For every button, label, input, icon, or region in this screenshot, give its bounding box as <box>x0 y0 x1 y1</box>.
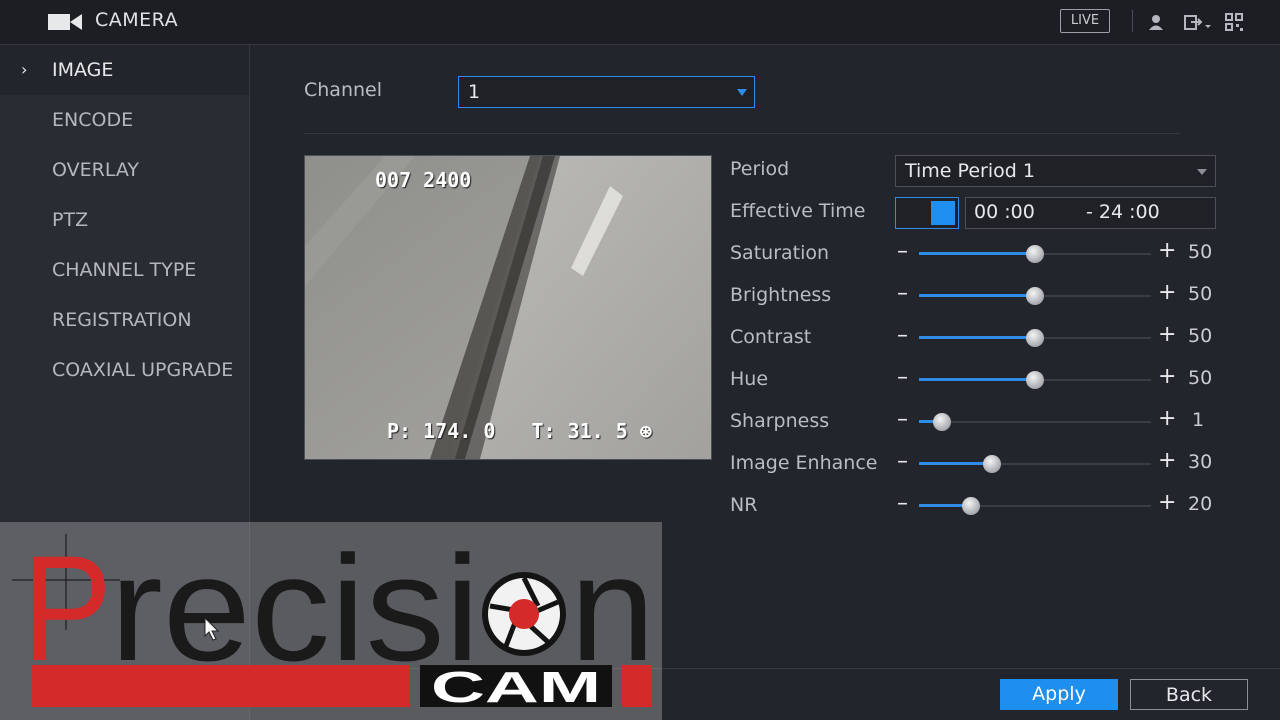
hue-label: Hue <box>730 368 769 390</box>
qr-code-icon[interactable] <box>1224 12 1244 32</box>
sidebar-item-label: ENCODE <box>52 109 134 131</box>
slider-fill <box>919 336 1035 339</box>
sidebar-item-registration[interactable]: REGISTRATION <box>0 295 249 345</box>
live-button[interactable]: LIVE <box>1060 9 1110 33</box>
slider-value: 30 <box>1188 451 1213 473</box>
minus-icon[interactable]: – <box>897 281 908 306</box>
brightness-slider[interactable]: – + 50 <box>895 280 1215 312</box>
nr-label: NR <box>730 494 758 516</box>
slider-thumb[interactable] <box>1026 329 1044 347</box>
slider-fill <box>919 294 1035 297</box>
sidebar-item-overlay[interactable]: OVERLAY <box>0 145 249 195</box>
channel-select[interactable]: 1 <box>458 76 755 108</box>
minus-icon[interactable]: – <box>897 407 908 432</box>
plus-icon[interactable]: + <box>1158 364 1176 389</box>
period-select[interactable]: Time Period 1 <box>895 155 1216 187</box>
plus-icon[interactable]: + <box>1158 238 1176 263</box>
minus-icon[interactable]: – <box>897 323 908 348</box>
osd-bottom-text: P: 174. 0 T: 31. 5 ⊛ <box>387 419 652 443</box>
effective-time-range[interactable]: 00 :00 - 24 :00 <box>965 197 1216 229</box>
contrast-label: Contrast <box>730 326 812 348</box>
slider-thumb[interactable] <box>933 413 952 431</box>
slider-thumb[interactable] <box>1026 371 1044 389</box>
time-start: 00 :00 <box>974 201 1035 223</box>
user-icon[interactable] <box>1146 12 1166 32</box>
slider-value: 50 <box>1188 325 1213 347</box>
slider-value: 50 <box>1188 367 1213 389</box>
channel-label: Channel <box>304 79 383 101</box>
precision-cam-logo: P recisi n CAM <box>12 524 655 712</box>
contrast-slider[interactable]: – + 50 <box>895 322 1215 354</box>
sidebar-item-coaxial-upgrade[interactable]: COAXIAL UPGRADE <box>0 345 249 395</box>
sharpness-slider[interactable]: – + 1 <box>895 406 1215 438</box>
osd-top-text: 007 2400 <box>375 168 472 192</box>
precision-cam-watermark: P recisi n CAM <box>0 522 662 720</box>
slider-fill <box>919 252 1035 255</box>
period-select-value: Time Period 1 <box>905 160 1035 182</box>
nr-slider[interactable]: – + 20 <box>895 490 1215 522</box>
top-bar: CAMERA LIVE <box>0 0 1280 45</box>
effective-time-label: Effective Time <box>730 200 866 222</box>
image-enhance-label: Image Enhance <box>730 452 878 474</box>
slider-fill <box>919 462 993 465</box>
plus-icon[interactable]: + <box>1158 322 1176 347</box>
page-title: CAMERA <box>95 9 179 31</box>
logout-icon[interactable] <box>1183 12 1213 32</box>
slider-thumb[interactable] <box>961 497 980 515</box>
minus-icon[interactable]: – <box>897 491 908 516</box>
minus-icon[interactable]: – <box>897 449 908 474</box>
hue-slider[interactable]: – + 50 <box>895 364 1215 396</box>
time-end: - 24 :00 <box>1086 201 1160 223</box>
camera-icon <box>48 14 82 30</box>
sidebar-item-label: PTZ <box>52 209 89 231</box>
sidebar-item-label: REGISTRATION <box>52 309 192 331</box>
video-preview: 007 2400 P: 174. 0 T: 31. 5 ⊛ <box>304 155 712 460</box>
apply-button[interactable]: Apply <box>1000 679 1118 710</box>
sidebar-item-label: CHANNEL TYPE <box>52 259 197 281</box>
minus-icon[interactable]: – <box>897 239 908 264</box>
toolbar-divider <box>1132 10 1133 32</box>
plus-icon[interactable]: + <box>1158 280 1176 305</box>
svg-text:CAM: CAM <box>431 663 601 712</box>
plus-icon[interactable]: + <box>1158 448 1176 473</box>
sidebar-item-image[interactable]: › IMAGE <box>0 45 249 95</box>
plus-icon[interactable]: + <box>1158 490 1176 515</box>
slider-thumb[interactable] <box>983 455 1002 473</box>
chevron-down-icon <box>1197 169 1207 175</box>
slider-value: 20 <box>1188 493 1213 515</box>
chevron-down-icon <box>737 89 747 96</box>
plus-icon[interactable]: + <box>1158 406 1176 431</box>
section-divider <box>304 133 1180 134</box>
sidebar-item-encode[interactable]: ENCODE <box>0 95 249 145</box>
sidebar-item-label: COAXIAL UPGRADE <box>52 359 234 381</box>
sidebar-item-label: IMAGE <box>52 59 114 81</box>
preview-image <box>305 156 711 459</box>
saturation-label: Saturation <box>730 242 830 264</box>
slider-value: 1 <box>1192 409 1205 431</box>
channel-select-value: 1 <box>468 81 481 103</box>
back-button[interactable]: Back <box>1130 679 1248 710</box>
slider-track[interactable] <box>919 421 1151 423</box>
sharpness-label: Sharpness <box>730 410 830 432</box>
period-label: Period <box>730 158 790 180</box>
toggle-knob <box>931 201 955 225</box>
brightness-label: Brightness <box>730 284 832 306</box>
image-enhance-slider[interactable]: – + 30 <box>895 448 1215 480</box>
effective-time-toggle[interactable] <box>895 197 959 229</box>
sidebar-item-ptz[interactable]: PTZ <box>0 195 249 245</box>
minus-icon[interactable]: – <box>897 365 908 390</box>
slider-thumb[interactable] <box>1026 245 1044 263</box>
slider-thumb[interactable] <box>1026 287 1044 305</box>
chevron-right-icon: › <box>21 60 28 79</box>
slider-value: 50 <box>1188 241 1213 263</box>
sidebar-item-label: OVERLAY <box>52 159 139 181</box>
slider-fill <box>919 378 1035 381</box>
slider-value: 50 <box>1188 283 1213 305</box>
sidebar-item-channel-type[interactable]: CHANNEL TYPE <box>0 245 249 295</box>
saturation-slider[interactable]: – + 50 <box>895 238 1215 270</box>
